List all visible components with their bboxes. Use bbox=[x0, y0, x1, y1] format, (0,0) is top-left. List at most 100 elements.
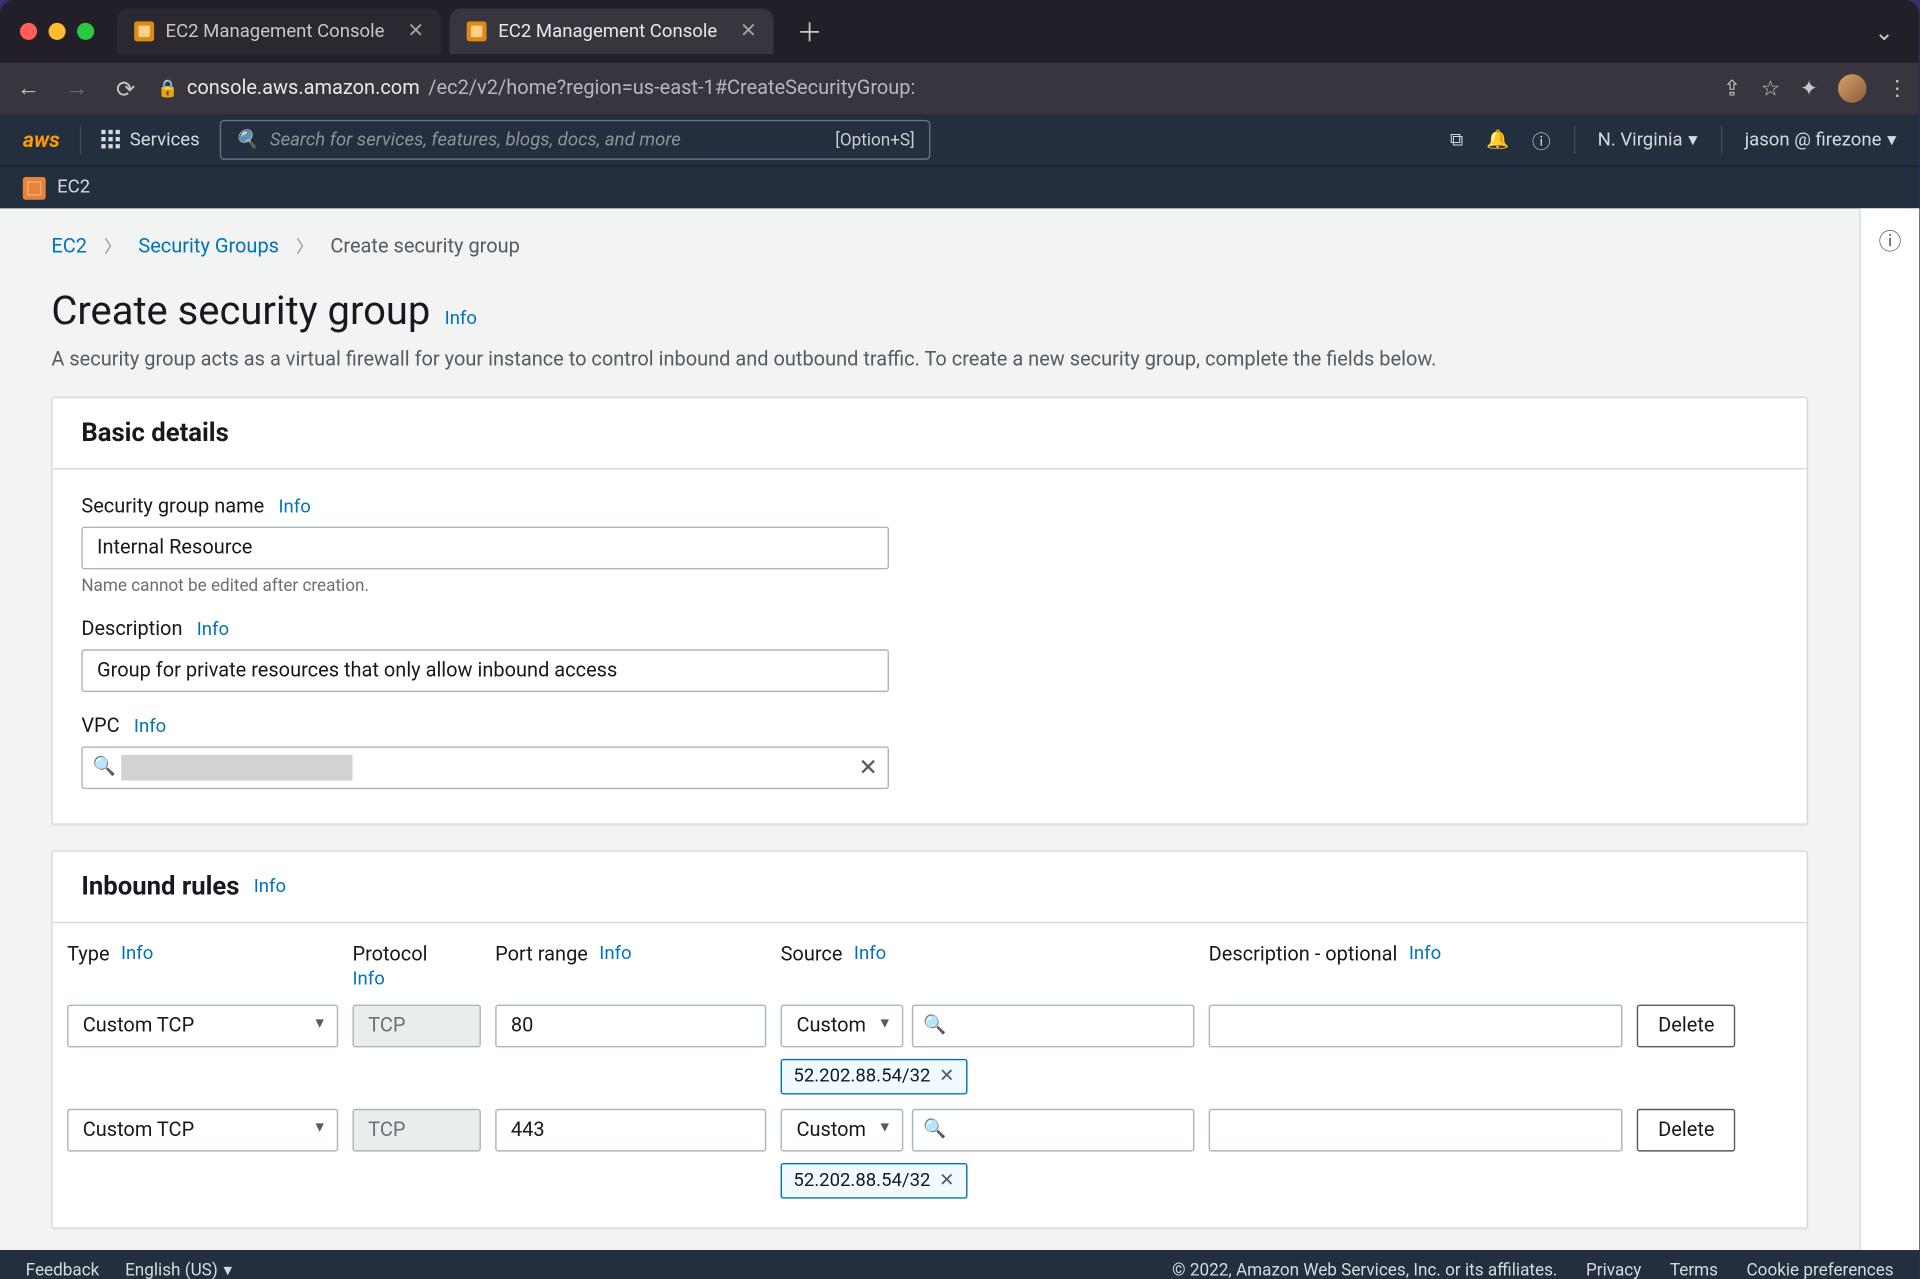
feedback-link[interactable]: Feedback bbox=[26, 1260, 100, 1279]
description-label: Description bbox=[81, 618, 182, 641]
rule-type-select[interactable] bbox=[67, 1005, 338, 1095]
close-tab-icon[interactable]: ✕ bbox=[729, 20, 757, 43]
info-panel-icon[interactable]: ⓘ bbox=[1879, 223, 1902, 1250]
cloudshell-icon[interactable]: ⧉ bbox=[1450, 129, 1463, 150]
rule-protocol bbox=[352, 1005, 480, 1048]
info-link[interactable]: Info bbox=[854, 943, 886, 966]
panel-header: Inbound rules Info bbox=[53, 852, 1807, 923]
aws-search-input[interactable]: 🔍 Search for services, features, blogs, … bbox=[220, 120, 931, 160]
delete-rule-button[interactable]: Delete bbox=[1637, 1005, 1736, 1048]
close-tab-icon[interactable]: ✕ bbox=[396, 20, 424, 43]
browser-tab-active[interactable]: EC2 Management Console ✕ bbox=[450, 9, 774, 55]
rule-protocol bbox=[352, 1109, 480, 1152]
rule-port-input[interactable] bbox=[495, 1005, 766, 1048]
rule-source-search[interactable] bbox=[912, 1109, 1195, 1152]
close-window-icon[interactable] bbox=[20, 23, 37, 40]
rule-source-search[interactable] bbox=[912, 1005, 1195, 1048]
source-chip[interactable]: 52.202.88.54/32✕ bbox=[781, 1163, 968, 1199]
share-icon[interactable]: ⇪ bbox=[1723, 76, 1741, 102]
delete-rule-button[interactable]: Delete bbox=[1637, 1109, 1736, 1152]
info-link[interactable]: Info bbox=[134, 716, 166, 737]
info-link[interactable]: Info bbox=[445, 308, 477, 329]
right-help-rail: ⓘ bbox=[1859, 208, 1919, 1250]
col-source: Source bbox=[781, 943, 843, 966]
info-link[interactable]: Info bbox=[121, 943, 153, 966]
services-menu-button[interactable]: Services bbox=[101, 129, 199, 150]
browser-tab[interactable]: EC2 Management Console ✕ bbox=[117, 9, 441, 55]
chevron-right-icon: 〉 bbox=[296, 234, 313, 258]
chevron-right-icon: 〉 bbox=[104, 234, 121, 258]
browser-menu-icon[interactable]: ⋮ bbox=[1886, 76, 1907, 102]
address-bar[interactable]: 🔒 console.aws.amazon.com/ec2/v2/home?reg… bbox=[157, 77, 1709, 100]
search-shortcut: [Option+S] bbox=[835, 130, 914, 150]
minimize-window-icon[interactable] bbox=[49, 23, 66, 40]
source-chip[interactable]: 52.202.88.54/32✕ bbox=[781, 1059, 968, 1095]
breadcrumb: EC2 〉 Security Groups 〉 Create security … bbox=[51, 234, 1808, 258]
aws-logo[interactable]: aws bbox=[23, 127, 60, 153]
col-protocol: Protocol bbox=[352, 943, 480, 966]
new-tab-button[interactable]: ＋ bbox=[782, 13, 836, 50]
tab-overflow-icon[interactable]: ⌄ bbox=[1860, 9, 1908, 53]
forward-button[interactable]: → bbox=[60, 74, 94, 103]
cookie-link[interactable]: Cookie preferences bbox=[1747, 1260, 1894, 1279]
ec2-service-icon bbox=[23, 176, 46, 199]
search-icon: 🔍 bbox=[235, 129, 258, 150]
maximize-window-icon[interactable] bbox=[77, 23, 94, 40]
aws-footer: Feedback English (US) ▾ © 2022, Amazon W… bbox=[0, 1250, 1919, 1279]
region-selector[interactable]: N. Virginia ▾ bbox=[1598, 129, 1698, 150]
bookmark-icon[interactable]: ☆ bbox=[1761, 76, 1780, 102]
info-link[interactable]: Info bbox=[197, 619, 229, 640]
rule-source-mode-select[interactable] bbox=[781, 1005, 904, 1048]
aws-header: aws Services 🔍 Search for services, feat… bbox=[0, 114, 1919, 165]
aws-subnav: EC2 bbox=[0, 166, 1919, 209]
inbound-rules-panel: Inbound rules Info TypeInfo ProtocolInfo… bbox=[51, 850, 1808, 1228]
language-selector[interactable]: English (US) ▾ bbox=[125, 1260, 232, 1279]
help-icon[interactable]: ⓘ bbox=[1532, 126, 1551, 153]
remove-chip-icon[interactable]: ✕ bbox=[939, 1066, 955, 1087]
vpc-label: VPC bbox=[81, 715, 119, 738]
subnav-service-label[interactable]: EC2 bbox=[57, 177, 90, 198]
info-link[interactable]: Info bbox=[352, 969, 480, 990]
info-link[interactable]: Info bbox=[1409, 943, 1441, 966]
sg-name-label: Security group name bbox=[81, 495, 264, 518]
notifications-icon[interactable]: 🔔 bbox=[1486, 129, 1509, 150]
reload-button[interactable]: ⟳ bbox=[108, 75, 142, 102]
rule-type-select[interactable] bbox=[67, 1109, 338, 1199]
sg-name-input[interactable] bbox=[81, 527, 889, 570]
browser-toolbar: ← → ⟳ 🔒 console.aws.amazon.com/ec2/v2/ho… bbox=[0, 63, 1919, 114]
breadcrumb-link-security-groups[interactable]: Security Groups bbox=[138, 235, 279, 258]
search-icon: 🔍 bbox=[923, 1119, 946, 1140]
tab-title: EC2 Management Console bbox=[498, 21, 717, 42]
rule-source-mode-select[interactable] bbox=[781, 1109, 904, 1152]
breadcrumb-link-ec2[interactable]: EC2 bbox=[51, 235, 87, 258]
info-link[interactable]: Info bbox=[279, 496, 311, 517]
grid-icon bbox=[101, 130, 121, 150]
info-link[interactable]: Info bbox=[599, 943, 631, 966]
extensions-icon[interactable]: ✦ bbox=[1800, 76, 1818, 102]
url-host: console.aws.amazon.com bbox=[187, 77, 420, 100]
remove-chip-icon[interactable]: ✕ bbox=[939, 1170, 955, 1191]
tab-title: EC2 Management Console bbox=[166, 21, 385, 42]
rule-description-input[interactable] bbox=[1209, 1109, 1623, 1152]
account-menu[interactable]: jason @ firezone ▾ bbox=[1745, 129, 1897, 150]
chevron-down-icon: ▾ bbox=[224, 1260, 233, 1279]
page-subtitle: A security group acts as a virtual firew… bbox=[51, 348, 1808, 371]
chevron-down-icon: ▾ bbox=[1688, 129, 1697, 150]
clear-icon[interactable]: ✕ bbox=[858, 753, 877, 780]
window-controls bbox=[11, 23, 108, 40]
privacy-link[interactable]: Privacy bbox=[1586, 1260, 1641, 1279]
description-input[interactable] bbox=[81, 649, 889, 692]
sg-name-hint: Name cannot be edited after creation. bbox=[81, 575, 889, 595]
breadcrumb-current: Create security group bbox=[330, 235, 520, 258]
terms-link[interactable]: Terms bbox=[1670, 1260, 1718, 1279]
page-title: Create security group Info bbox=[51, 287, 1808, 334]
rule-description-input[interactable] bbox=[1209, 1005, 1623, 1048]
panel-header: Basic details bbox=[53, 398, 1807, 469]
profile-avatar[interactable] bbox=[1838, 74, 1867, 103]
info-link[interactable]: Info bbox=[254, 876, 286, 897]
rule-port-input[interactable] bbox=[495, 1109, 766, 1152]
search-icon: 🔍 bbox=[93, 756, 116, 777]
aws-favicon-icon bbox=[467, 21, 487, 41]
browser-tabbar: EC2 Management Console ✕ EC2 Management … bbox=[0, 0, 1919, 63]
back-button[interactable]: ← bbox=[11, 74, 45, 103]
